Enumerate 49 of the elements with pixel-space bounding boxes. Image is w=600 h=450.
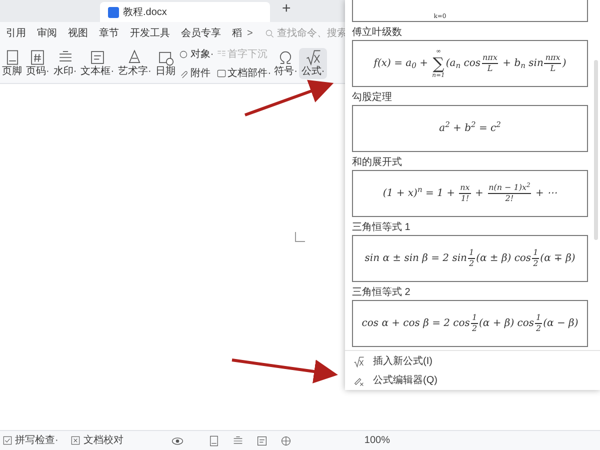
formula-label: 三角恒等式 2 [352, 287, 410, 298]
toolbar-button[interactable]: 页码· [24, 48, 52, 79]
zoom-level: 100% [364, 434, 390, 448]
toolbar-button[interactable]: 文本框· [78, 48, 116, 79]
menu-tab[interactable]: 审阅 [37, 26, 57, 40]
calendar-icon [156, 49, 174, 66]
toolbar-button[interactable]: 附件 [178, 66, 214, 80]
toolbar-button[interactable]: 文档部件· [216, 66, 272, 80]
page-corner-mark [295, 232, 305, 242]
square-root-icon [353, 356, 365, 368]
document-tab[interactable]: 教程.docx [100, 2, 270, 22]
scrollbar[interactable] [594, 60, 598, 240]
menu-tab[interactable]: 章节 [99, 26, 119, 40]
status-button[interactable]: 拼写检查· [2, 433, 58, 448]
toolbar-button[interactable]: 水印· [51, 48, 79, 79]
toolbar-button[interactable]: 对象· [178, 46, 214, 62]
view-mode-icon[interactable] [232, 434, 244, 446]
document-icon [108, 6, 119, 18]
hash-icon [29, 49, 46, 66]
menu-tab[interactable]: 稻 [232, 26, 242, 40]
menu-tab[interactable]: 引用 [6, 26, 26, 40]
toolbar-button[interactable]: 日期 [153, 48, 178, 79]
menu-tab[interactable]: 会员专享 [181, 26, 221, 40]
toolbar-button[interactable]: 艺术字· [116, 48, 154, 79]
menu-tab[interactable]: 视图 [68, 26, 88, 40]
scroll-arrow[interactable]: > [247, 26, 253, 40]
new-tab-button[interactable]: + [278, 0, 295, 22]
toolbar-button[interactable]: 公式· [299, 48, 327, 79]
checkbox-icon [2, 435, 13, 446]
menu-item[interactable]: 公式编辑器(Q) [345, 371, 600, 390]
text-box-icon [88, 49, 106, 66]
x-box-icon [70, 435, 82, 446]
document-parts-icon [216, 68, 227, 78]
toolbar-button[interactable]: 符号· [272, 48, 300, 79]
search-icon [264, 28, 275, 38]
formula-label: 勾股定理 [352, 92, 392, 103]
formula-preview[interactable]: a$^{2}$ + b$^{2}$ = c$^{2}$ [352, 105, 588, 152]
square-root-icon [304, 49, 322, 66]
menu-item[interactable]: 插入新公式(I) [345, 352, 600, 371]
view-mode-icon[interactable] [280, 434, 292, 446]
view-mode-icon[interactable] [256, 434, 268, 446]
view-mode-icon[interactable] [208, 434, 220, 446]
formula-label: 三角恒等式 1 [352, 222, 410, 233]
status-button[interactable]: 文档校对 [70, 433, 124, 448]
toolbar-button[interactable]: 页脚 [0, 48, 24, 79]
menu-tab[interactable]: 开发工具 [130, 26, 170, 40]
formula-label: 和的展开式 [352, 157, 402, 168]
formula-label: 傅立叶级数 [352, 27, 402, 38]
circle-icon [178, 48, 190, 60]
